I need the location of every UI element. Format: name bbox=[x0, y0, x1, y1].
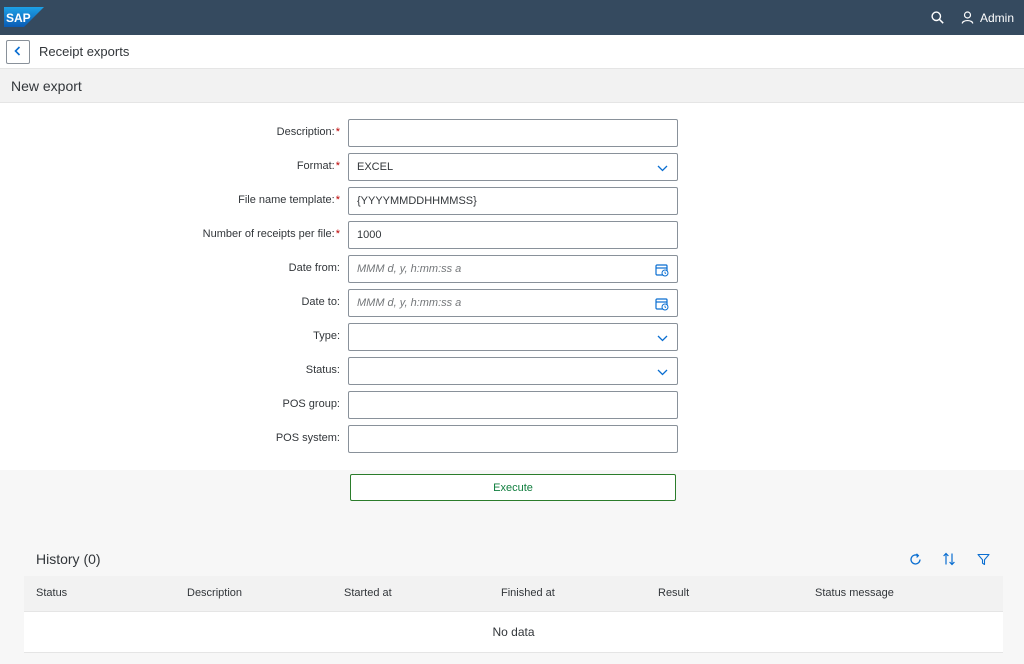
chevron-down-icon[interactable] bbox=[655, 161, 669, 175]
description-input[interactable] bbox=[348, 119, 678, 147]
sort-icon[interactable] bbox=[941, 551, 957, 567]
history-title: History (0) bbox=[36, 551, 101, 567]
filter-icon[interactable] bbox=[975, 551, 991, 567]
format-select[interactable]: EXCEL bbox=[348, 153, 678, 181]
page-title: Receipt exports bbox=[39, 44, 130, 59]
field-label: Status: bbox=[305, 364, 340, 376]
chevron-down-icon[interactable] bbox=[655, 331, 669, 345]
user-menu-button[interactable]: Admin bbox=[960, 10, 1014, 26]
form-row-date-to: Date to: MMM d, y, h:mm:ss a bbox=[0, 289, 1024, 317]
calendar-icon[interactable] bbox=[655, 297, 669, 311]
pos-group-input[interactable] bbox=[348, 391, 678, 419]
file-name-template-input[interactable]: {YYYYMMDDHHMMSS} bbox=[348, 187, 678, 215]
calendar-icon[interactable] bbox=[655, 263, 669, 277]
no-data-message: No data bbox=[24, 612, 1003, 653]
pos-system-input[interactable] bbox=[348, 425, 678, 453]
form-row-pos-system: POS system: bbox=[0, 425, 1024, 453]
column-header-result[interactable]: Result bbox=[658, 587, 689, 599]
form-row-date-from: Date from: MMM d, y, h:mm:ss a bbox=[0, 255, 1024, 283]
section-header: New export bbox=[0, 69, 1024, 103]
date-to-picker[interactable]: MMM d, y, h:mm:ss a bbox=[348, 289, 678, 317]
required-mark: * bbox=[335, 194, 340, 206]
type-select[interactable] bbox=[348, 323, 678, 351]
chevron-down-icon[interactable] bbox=[655, 365, 669, 379]
field-label: Format:* bbox=[296, 160, 340, 172]
field-label: File name template:* bbox=[238, 194, 340, 206]
chevron-left-icon bbox=[13, 43, 23, 61]
column-header-started-at[interactable]: Started at bbox=[344, 587, 392, 599]
sap-logo[interactable]: SAP bbox=[4, 7, 44, 27]
field-label: Number of receipts per file:* bbox=[202, 228, 340, 240]
required-mark: * bbox=[335, 126, 340, 138]
field-label: Date to: bbox=[301, 296, 340, 308]
column-header-description[interactable]: Description bbox=[187, 587, 242, 599]
field-label: Description:* bbox=[276, 126, 340, 138]
form-row-receipts-per-file: Number of receipts per file:* 1000 bbox=[0, 221, 1024, 249]
column-header-status[interactable]: Status bbox=[36, 587, 67, 599]
column-header-status-message[interactable]: Status message bbox=[815, 587, 894, 599]
export-form: Description:* Format:* EXCEL File name t… bbox=[0, 103, 1024, 470]
form-row-status: Status: bbox=[0, 357, 1024, 385]
section-title: New export bbox=[11, 78, 82, 94]
required-mark: * bbox=[335, 228, 340, 240]
user-name: Admin bbox=[979, 10, 1014, 25]
form-row-description: Description:* bbox=[0, 119, 1024, 147]
field-label: Type: bbox=[313, 330, 340, 342]
column-header-finished-at[interactable]: Finished at bbox=[501, 587, 555, 599]
receipts-per-file-input[interactable]: 1000 bbox=[348, 221, 678, 249]
field-label: Date from: bbox=[288, 262, 340, 274]
history-table-header: Status Description Started at Finished a… bbox=[24, 576, 1003, 612]
back-button[interactable] bbox=[6, 40, 30, 64]
history-toolbar bbox=[907, 551, 991, 567]
sap-logo-text: SAP bbox=[6, 11, 31, 25]
form-row-format: Format:* EXCEL bbox=[0, 153, 1024, 181]
execute-button[interactable]: Execute bbox=[350, 474, 676, 501]
form-row-type: Type: bbox=[0, 323, 1024, 351]
required-mark: * bbox=[335, 160, 340, 172]
refresh-icon[interactable] bbox=[907, 551, 923, 567]
date-from-picker[interactable]: MMM d, y, h:mm:ss a bbox=[348, 255, 678, 283]
page-header: Receipt exports bbox=[0, 35, 1024, 69]
form-row-pos-group: POS group: bbox=[0, 391, 1024, 419]
field-label: POS system: bbox=[275, 432, 340, 444]
field-label: POS group: bbox=[282, 398, 340, 410]
shell-bar: SAP Admin bbox=[0, 0, 1024, 35]
date-to-placeholder: MMM d, y, h:mm:ss a bbox=[357, 297, 462, 309]
history-panel: History (0) Status Description Started a… bbox=[24, 543, 1003, 664]
date-from-placeholder: MMM d, y, h:mm:ss a bbox=[357, 263, 462, 275]
search-icon[interactable] bbox=[930, 10, 946, 26]
user-icon bbox=[960, 10, 976, 26]
form-row-file-name-template: File name template:* {YYYYMMDDHHMMSS} bbox=[0, 187, 1024, 215]
status-select[interactable] bbox=[348, 357, 678, 385]
